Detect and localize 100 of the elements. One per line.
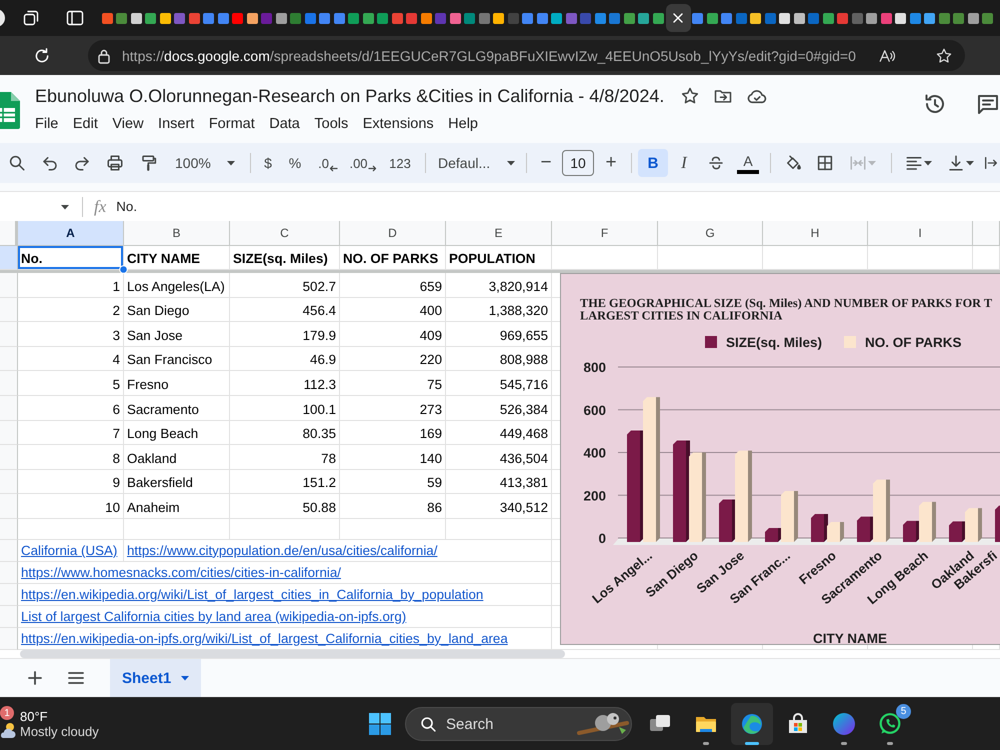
favicon-icon[interactable] (924, 12, 936, 24)
menu-item[interactable]: Extensions (362, 116, 434, 132)
column-header[interactable]: H (763, 221, 868, 245)
menu-item[interactable]: File (35, 116, 58, 132)
link[interactable]: https://www.citypopulation.de/en/usa/cities/california/ (127, 542, 438, 558)
more-formats-button[interactable]: 123 (381, 149, 419, 177)
tab-actions-icon[interactable] (66, 9, 84, 27)
workspaces-icon[interactable] (22, 9, 40, 27)
column-header[interactable]: G (658, 221, 763, 245)
formula-field[interactable]: No. (116, 194, 1000, 218)
bold-button[interactable]: B (638, 149, 668, 177)
font-dropdown[interactable]: Defaul... (432, 149, 520, 177)
link[interactable]: https://en.wikipedia.org/wiki/List_of_largest_cities_in_California_by_population (21, 586, 484, 602)
favicon-icon[interactable] (822, 12, 834, 24)
decrease-font-size-button[interactable]: − (533, 149, 559, 177)
table-cell: 6 (18, 396, 124, 421)
weather-condition[interactable]: Mostly cloudy (20, 724, 99, 739)
sheet-tab[interactable]: Sheet1 (110, 659, 202, 697)
favicon-icon[interactable] (420, 12, 432, 24)
star-icon[interactable] (680, 86, 700, 106)
document-title[interactable]: Ebunoluwa O.Olorunnegan-Research on Parks &Cities in California - 4/8/2024. (35, 86, 664, 106)
favicon-icon[interactable] (624, 12, 635, 24)
gradient-circle-icon (832, 712, 856, 736)
font-size-field[interactable]: 10 (562, 150, 594, 176)
percent-format-button[interactable]: % (279, 149, 311, 177)
menu-item[interactable]: Insert (158, 116, 194, 132)
menu-icon[interactable] (68, 671, 84, 685)
weather-icon[interactable] (0, 721, 16, 739)
profile-icon[interactable] (0, 8, 6, 28)
sheets-logo-icon[interactable] (0, 92, 20, 129)
link[interactable]: https://en.wikipedia-on-ipfs.org/wiki/List_of_largest_California_cities_by_land_area (21, 630, 508, 646)
empty-cell[interactable] (124, 518, 230, 540)
favicon-icon[interactable] (130, 12, 142, 24)
favicon-icon[interactable] (794, 12, 805, 24)
menu-item[interactable]: Format (208, 116, 255, 132)
table-cell: 9 (18, 470, 124, 494)
favicon-icon[interactable] (866, 12, 878, 24)
address-bar[interactable]: https://docs.google.com/spreadsheets/d/1EEGUCeR7GLG9paBFuXIEwvIZw_4EEUnO5Usob_lYyYs/edit?gid=0#gid=0 (88, 40, 965, 71)
search-icon (8, 154, 26, 172)
column-header[interactable]: C (230, 221, 340, 245)
favicon-icon[interactable] (750, 12, 762, 24)
column-header[interactable]: B (124, 221, 230, 245)
favicon-icon[interactable] (706, 12, 718, 24)
comment-icon[interactable] (976, 92, 1000, 116)
column-header[interactable]: F (552, 221, 658, 245)
empty-cell[interactable] (446, 518, 552, 540)
column-header[interactable]: I (868, 221, 973, 245)
chat-bubble-icon (878, 712, 902, 736)
link[interactable]: https://www.homesnacks.com/cities/cities-in-california/ (21, 564, 341, 580)
favicon-icon[interactable] (551, 12, 562, 24)
favicon-icon[interactable] (276, 12, 287, 24)
menu-item[interactable]: Help (448, 116, 478, 132)
menu-item[interactable]: Tools (314, 116, 348, 132)
empty-cell[interactable] (340, 518, 446, 540)
close-icon[interactable] (673, 13, 683, 23)
reload-icon[interactable] (33, 46, 51, 64)
add-icon[interactable] (27, 670, 43, 686)
favicon-icon[interactable] (246, 12, 258, 24)
increase-font-size-button[interactable]: + (597, 149, 625, 177)
favicon-icon[interactable] (145, 12, 156, 24)
lock-icon[interactable] (97, 48, 111, 64)
column-header[interactable]: D (340, 221, 446, 245)
weather-temperature[interactable]: 80°F (20, 709, 99, 724)
empty-cell[interactable] (230, 518, 340, 540)
link[interactable]: California (USA) (21, 542, 118, 558)
history-icon[interactable] (923, 92, 947, 116)
favicon-icon[interactable] (160, 12, 171, 24)
decrease-decimal-button[interactable]: .0 (311, 149, 345, 177)
italic-button[interactable]: I (668, 149, 700, 177)
column-header[interactable]: A (18, 221, 124, 245)
table-cell: 526,384 (446, 396, 552, 421)
browser-tab[interactable] (666, 4, 690, 32)
currency-format-button[interactable]: $ (257, 149, 279, 177)
search-box[interactable]: Search (405, 707, 632, 741)
favicon-icon[interactable] (450, 12, 461, 24)
star-icon[interactable] (935, 46, 953, 64)
favicon-icon[interactable] (493, 12, 504, 24)
taskbar-button[interactable] (731, 703, 773, 745)
windows-logo-icon[interactable] (369, 713, 391, 735)
horizontal-scrollbar[interactable] (20, 650, 565, 658)
favicon-icon[interactable] (779, 12, 790, 24)
menu-item[interactable]: View (112, 116, 144, 132)
favicon-icon[interactable] (968, 12, 979, 24)
increase-decimal-button[interactable]: .00 (345, 149, 381, 177)
animal-on-branch-icon (577, 711, 629, 737)
menu-item[interactable]: Data (269, 116, 300, 132)
menu-item[interactable]: Edit (72, 116, 98, 132)
table-cell: 1 (18, 273, 124, 298)
zoom-dropdown[interactable]: 100% (166, 149, 244, 177)
favicon-icon[interactable] (895, 12, 906, 24)
favicon-icon[interactable] (362, 12, 374, 24)
fill-handle-icon[interactable] (119, 265, 128, 274)
favicon-icon[interactable] (638, 12, 650, 24)
running-indicator-icon (745, 742, 759, 745)
table-cell: 220 (340, 346, 446, 372)
column-header[interactable]: E (446, 221, 552, 245)
link[interactable]: List of largest California cities by land area (wikipedia-on-ipfs.org) (21, 608, 406, 624)
text-color-button[interactable]: A (732, 149, 764, 177)
favicon-icon[interactable] (652, 12, 664, 24)
table-cell: 179.9 (230, 322, 340, 347)
